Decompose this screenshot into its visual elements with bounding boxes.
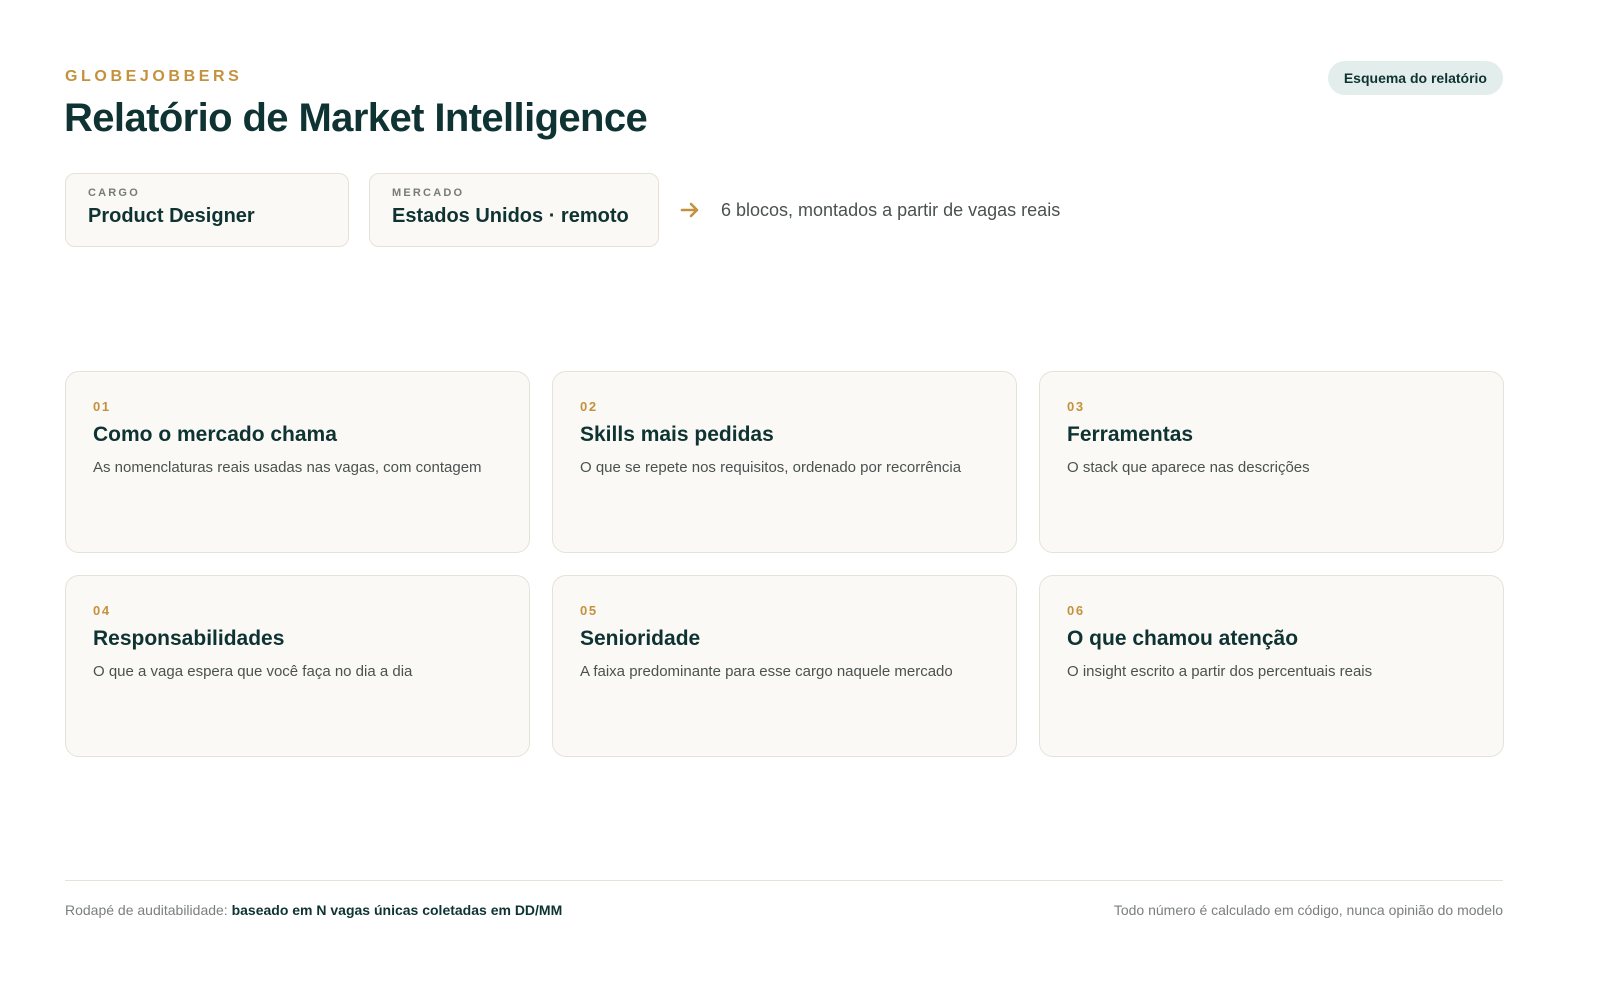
- report-blocks-grid: 01 Como o mercado chama As nomenclaturas…: [65, 371, 1504, 757]
- report-parameters: CARGO Product Designer MERCADO Estados U…: [65, 173, 1060, 247]
- report-schema-badge: Esquema do relatório: [1327, 61, 1503, 95]
- block-title: Skills mais pedidas: [580, 423, 774, 446]
- block-title: Responsabilidades: [93, 627, 285, 650]
- footer-note: Todo número é calculado em código, nunca…: [1113, 902, 1503, 918]
- mercado-label: MERCADO: [392, 187, 465, 199]
- block-title: Como o mercado chama: [93, 423, 337, 446]
- audit-label: Rodapé de auditabilidade:: [65, 902, 232, 918]
- brand-name: GLOBEJOBBERS: [65, 68, 243, 85]
- block-number: 05: [580, 603, 598, 618]
- block-description: O que se repete nos requisitos, ordenado…: [580, 459, 962, 476]
- block-number: 06: [1067, 603, 1085, 618]
- audit-footer: Rodapé de auditabilidade: baseado em N v…: [65, 902, 562, 918]
- arrow-right-icon: [679, 199, 701, 221]
- block-title: Senioridade: [580, 627, 701, 650]
- block-title: O que chamou atenção: [1067, 627, 1299, 650]
- block-description: O que a vaga espera que você faça no dia…: [93, 663, 413, 680]
- block-description: A faixa predominante para esse cargo naq…: [580, 663, 953, 680]
- cargo-value: Product Designer: [88, 205, 255, 227]
- cargo-label: CARGO: [88, 187, 140, 199]
- block-number: 02: [580, 399, 598, 414]
- block-description: As nomenclaturas reais usadas nas vagas,…: [93, 459, 482, 476]
- report-block-card: 03 Ferramentas O stack que aparece nas d…: [1039, 371, 1504, 553]
- block-description: O stack que aparece nas descrições: [1067, 459, 1310, 476]
- report-block-card: 04 Responsabilidades O que a vaga espera…: [65, 575, 530, 757]
- page-title: Relatório de Market Intelligence: [64, 96, 648, 140]
- report-block-card: 05 Senioridade A faixa predominante para…: [552, 575, 1017, 757]
- block-number: 01: [93, 399, 111, 414]
- report-schema-page: GLOBEJOBBERS Relatório de Market Intelli…: [0, 0, 1600, 1000]
- mercado-value: Estados Unidos · remoto: [392, 205, 629, 227]
- footer-divider: [65, 880, 1503, 881]
- report-block-card: 02 Skills mais pedidas O que se repete n…: [552, 371, 1017, 553]
- report-block-card: 01 Como o mercado chama As nomenclaturas…: [65, 371, 530, 553]
- cargo-field: CARGO Product Designer: [65, 173, 349, 247]
- blocks-summary: 6 blocos, montados a partir de vagas rea…: [721, 199, 1061, 220]
- report-block-card: 06 O que chamou atenção O insight escrit…: [1039, 575, 1504, 757]
- audit-value: baseado em N vagas únicas coletadas em D…: [231, 902, 563, 918]
- block-description: O insight escrito a partir dos percentua…: [1067, 663, 1373, 680]
- block-number: 04: [93, 603, 111, 618]
- block-title: Ferramentas: [1067, 423, 1194, 446]
- mercado-field: MERCADO Estados Unidos · remoto: [369, 173, 659, 247]
- block-number: 03: [1067, 399, 1085, 414]
